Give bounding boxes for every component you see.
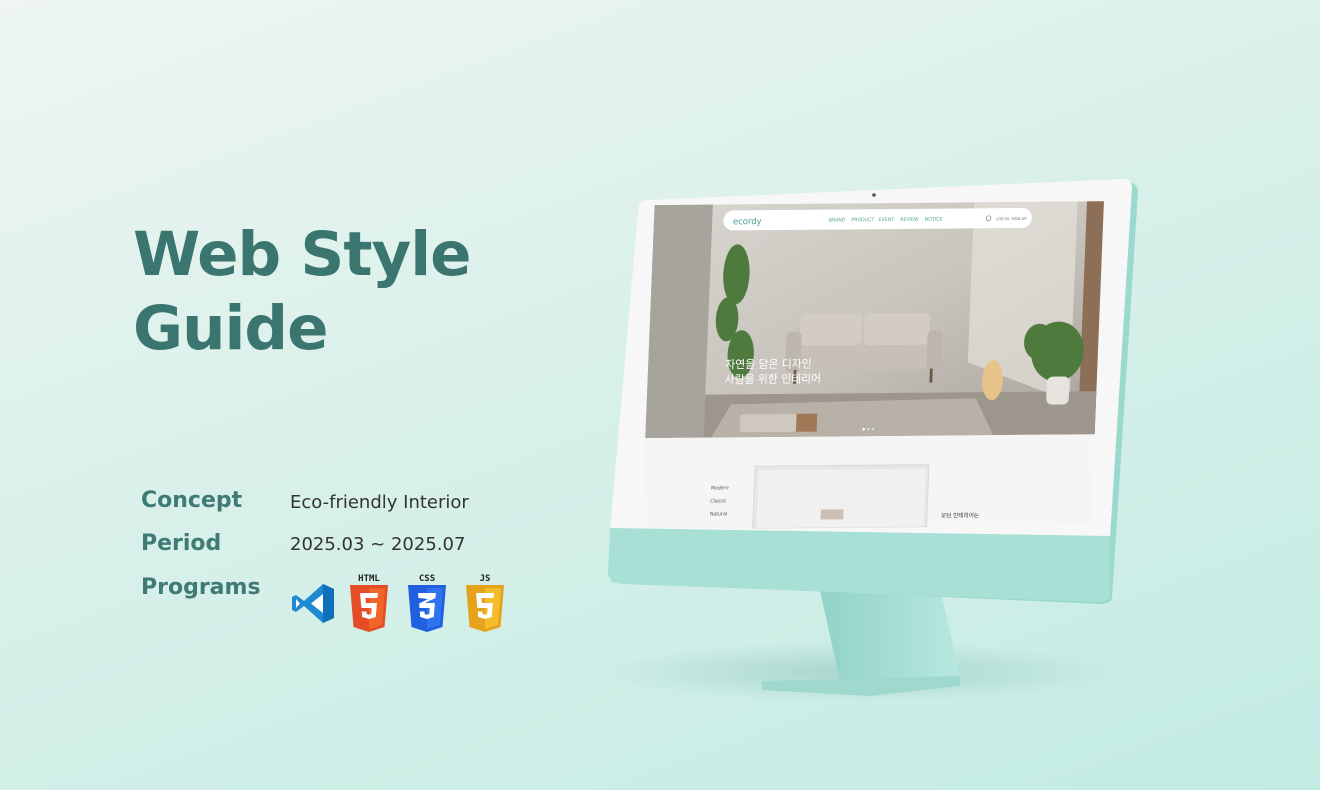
camera-icon — [872, 193, 876, 197]
hero-text-line-2: 사람을 위한 인테리어 — [724, 372, 821, 386]
signup-link[interactable]: SIGN UP — [1011, 216, 1027, 221]
hero-text-line-1: 자연을 담은 디자인 — [725, 357, 812, 371]
website-screen: ecordy BRAND PRODUCT EVENT REVIEW NOTICE… — [641, 201, 1104, 529]
imac-mockup: ecordy BRAND PRODUCT EVENT REVIEW NOTICE… — [600, 178, 1138, 702]
nav-notice[interactable]: NOTICE — [925, 217, 943, 223]
site-nav-bar — [723, 207, 1032, 231]
category-modern[interactable]: Modern — [711, 485, 729, 491]
site-logo[interactable]: ecordy — [733, 217, 762, 228]
login-link[interactable]: LOG IN — [996, 216, 1009, 221]
nav-review[interactable]: REVIEW — [900, 217, 919, 223]
category-natural[interactable]: Natural — [710, 511, 728, 517]
nav-event[interactable]: EVENT — [878, 217, 894, 223]
category-classic[interactable]: Classic — [710, 498, 727, 504]
monitor-chin — [608, 528, 1110, 602]
nav-brand[interactable]: BRAND — [829, 217, 846, 223]
nav-product[interactable]: PRODUCT — [851, 217, 874, 223]
